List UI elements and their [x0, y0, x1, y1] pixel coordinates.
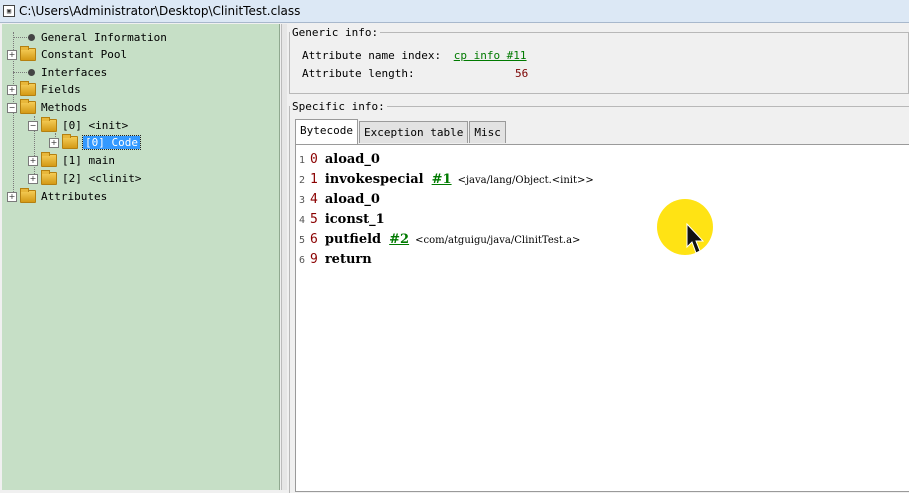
- folder-icon: [20, 188, 36, 203]
- bytecode-line: 5 6 putfield #2 <com/atguigu/java/Clinit…: [299, 232, 580, 251]
- bytecode-opcode: return: [324, 252, 372, 267]
- expand-icon[interactable]: +: [28, 155, 38, 166]
- line-number: 5: [299, 235, 306, 246]
- attribute-name-index-label: Attribute name index:: [302, 49, 442, 62]
- line-number: 6: [299, 255, 306, 266]
- folder-icon: [41, 152, 57, 167]
- specific-info-tabs: Bytecode Exception table Misc: [295, 119, 507, 144]
- specific-info-legend: Specific info:: [292, 100, 385, 113]
- bytecode-line: 4 5 iconst_1: [299, 212, 385, 231]
- bytecode-offset: 6: [310, 232, 318, 247]
- bytecode-line: 6 9 return: [299, 252, 372, 271]
- bytecode-opcode: aload_0: [324, 152, 380, 167]
- tab-bytecode[interactable]: Bytecode: [295, 119, 358, 144]
- tree-item-label: Fields: [41, 83, 81, 96]
- tree-item-label-selected: [0] Code: [82, 135, 141, 150]
- bytecode-line: 3 4 aload_0: [299, 192, 380, 211]
- folder-icon: [20, 99, 36, 114]
- folder-icon: [20, 81, 36, 96]
- bytecode-offset: 9: [310, 252, 318, 267]
- attribute-length-value: 56: [515, 67, 529, 80]
- attribute-length-row: Attribute length:: [302, 67, 415, 80]
- expand-icon[interactable]: +: [7, 49, 17, 60]
- tree-item-label: General Information: [41, 31, 167, 44]
- line-number: 3: [299, 195, 306, 206]
- line-number: 4: [299, 215, 306, 226]
- leaf-dot-icon: [28, 34, 35, 41]
- tree-item-code[interactable]: + [0] Code: [49, 134, 141, 151]
- expand-icon[interactable]: +: [7, 191, 17, 202]
- bytecode-line: 2 1 invokespecial #1 <java/lang/Object.<…: [299, 172, 594, 191]
- bytecode-comment: <java/lang/Object.<init>>: [457, 175, 594, 186]
- bytecode-offset: 5: [310, 212, 318, 227]
- tree-item-methods[interactable]: − Methods: [7, 99, 87, 116]
- bytecode-opcode: putfield: [324, 232, 382, 247]
- bytecode-offset: 1: [310, 172, 318, 187]
- expand-icon[interactable]: +: [28, 173, 38, 184]
- bytecode-opcode: invokespecial: [324, 172, 424, 187]
- class-file-icon: ▣: [3, 5, 15, 17]
- tree-item-method-clinit[interactable]: + [2] <clinit>: [28, 170, 141, 187]
- tree-item-label: Methods: [41, 101, 88, 114]
- bytecode-comment: <com/atguigu/java/ClinitTest.a>: [415, 235, 581, 246]
- tab-exception-table[interactable]: Exception table: [358, 121, 469, 143]
- tree-item-method-init[interactable]: − [0] <init>: [28, 117, 128, 134]
- tree-item-label: Attributes: [41, 190, 108, 203]
- window-title: C:\Users\Administrator\Desktop\ClinitTes…: [19, 4, 301, 18]
- tree-item-constant-pool[interactable]: + Constant Pool: [7, 46, 127, 63]
- class-structure-tree[interactable]: General Information + Constant Pool Inte…: [2, 24, 280, 490]
- collapse-icon[interactable]: −: [7, 102, 17, 113]
- title-bar: ▣ C:\Users\Administrator\Desktop\ClinitT…: [0, 0, 909, 23]
- bytecode-line: 1 0 aload_0: [299, 152, 380, 171]
- line-number: 1: [299, 155, 306, 166]
- bytecode-offset: 4: [310, 192, 318, 207]
- tree-item-label: [1] main: [62, 154, 115, 167]
- folder-icon: [41, 170, 57, 185]
- collapse-icon[interactable]: −: [28, 120, 38, 131]
- generic-info-legend: Generic info:: [292, 26, 379, 39]
- bytecode-opcode: iconst_1: [324, 212, 385, 227]
- tree-item-label: Interfaces: [41, 66, 108, 79]
- tree-item-general-information[interactable]: General Information: [26, 29, 167, 46]
- line-number: 2: [299, 175, 306, 186]
- folder-icon: [41, 117, 57, 132]
- tree-item-interfaces[interactable]: Interfaces: [26, 64, 107, 81]
- tree-item-label: Constant Pool: [41, 48, 128, 61]
- cp-info-link[interactable]: cp info #11: [454, 49, 527, 62]
- folder-icon: [62, 134, 78, 149]
- bytecode-opcode: aload_0: [324, 192, 380, 207]
- cursor-highlight: [657, 199, 713, 255]
- tree-item-attributes[interactable]: + Attributes: [7, 188, 107, 205]
- attribute-name-index-row: Attribute name index: cp info #11: [302, 49, 527, 62]
- tree-item-label: [2] <clinit>: [62, 172, 142, 185]
- tab-misc[interactable]: Misc: [469, 121, 506, 143]
- expand-icon[interactable]: +: [49, 137, 59, 148]
- constant-pool-ref-link[interactable]: #2: [389, 232, 409, 247]
- expand-icon[interactable]: +: [7, 84, 17, 95]
- bytecode-offset: 0: [310, 152, 318, 167]
- folder-icon: [20, 46, 36, 61]
- tree-item-fields[interactable]: + Fields: [7, 81, 81, 98]
- tree-item-label: [0] <init>: [62, 119, 129, 132]
- bytecode-listing[interactable]: 1 0 aload_0 2 1 invokespecial #1 <java/l…: [295, 144, 909, 492]
- tree-item-method-main[interactable]: + [1] main: [28, 152, 115, 169]
- constant-pool-ref-link[interactable]: #1: [432, 172, 452, 187]
- attribute-length-label: Attribute length:: [302, 67, 415, 80]
- detail-pane: Generic info: Attribute name index: cp i…: [287, 24, 909, 493]
- mouse-cursor-icon: [686, 223, 704, 254]
- leaf-dot-icon: [28, 69, 35, 76]
